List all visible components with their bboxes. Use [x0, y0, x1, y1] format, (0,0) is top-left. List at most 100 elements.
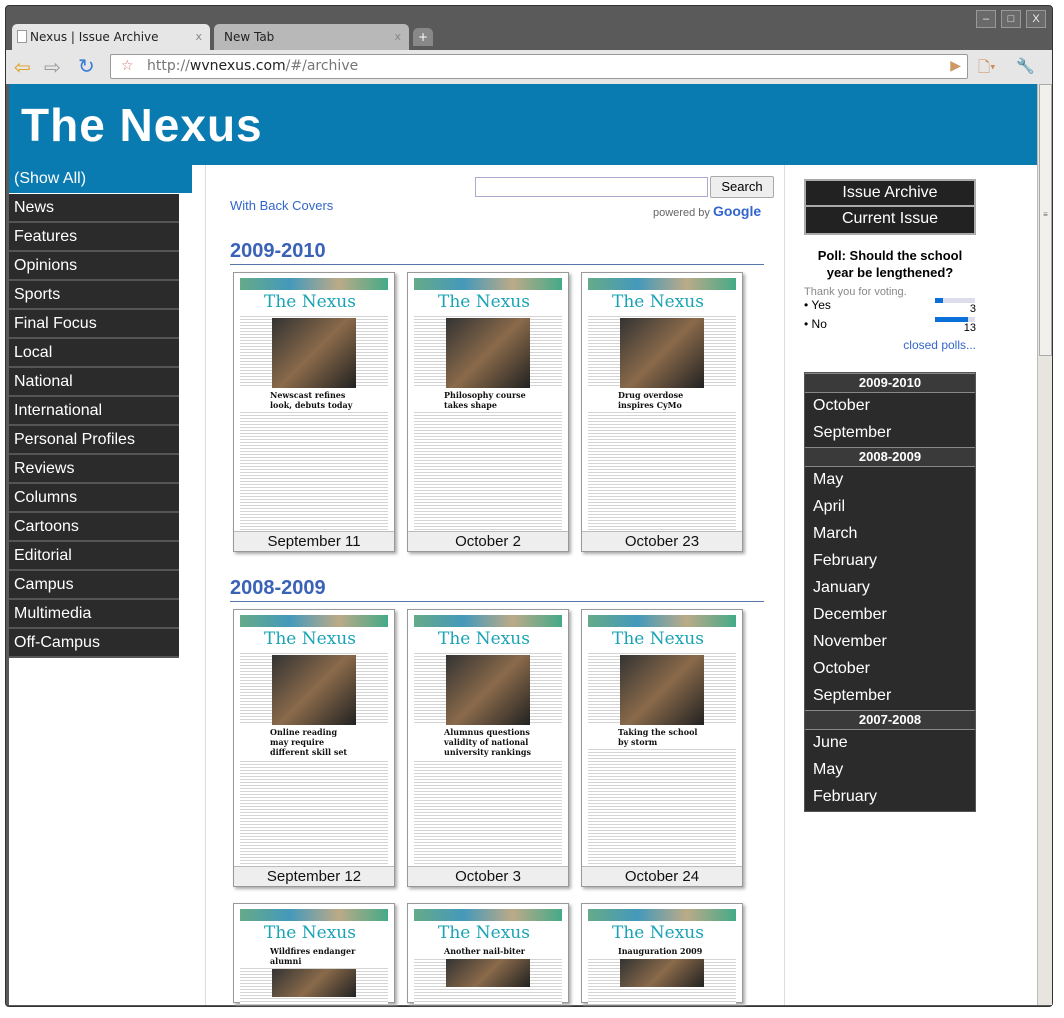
url-scheme: http:// — [147, 58, 190, 74]
cover-masthead: The Nexus — [588, 627, 736, 651]
close-window-button[interactable]: X — [1026, 10, 1046, 28]
nav-item[interactable]: Features — [9, 223, 179, 252]
issue-thumbnail[interactable]: The Nexus Online reading may require diff… — [233, 609, 395, 887]
address-bar[interactable]: ☆ http://wvnexus.com/#/archive ▶ — [110, 54, 968, 79]
issue-thumbnail[interactable]: The Nexus Drug overdose inspires CyMo Octo… — [581, 272, 743, 552]
year-heading: 2009-2010 — [230, 240, 764, 265]
nav-item[interactable]: Multimedia — [9, 600, 179, 629]
tab-title: New Tab — [224, 30, 275, 44]
nav-item[interactable]: Reviews — [9, 455, 179, 484]
nav-item[interactable]: News — [9, 194, 179, 223]
nav-item[interactable]: Campus — [9, 571, 179, 600]
issue-thumbnail[interactable]: The Nexus Inauguration 2009 — [581, 903, 743, 1004]
nav-item[interactable]: International — [9, 397, 179, 426]
masthead-the: The — [612, 629, 650, 649]
archive-month[interactable]: February — [805, 548, 975, 575]
forward-icon[interactable]: ⇨ — [44, 55, 61, 80]
minimize-button[interactable]: – — [976, 10, 996, 28]
star-icon[interactable]: ☆ — [121, 55, 134, 78]
cover-masthead: The Nexus — [588, 290, 736, 314]
nav-item[interactable]: Editorial — [9, 542, 179, 571]
archive-month[interactable]: June — [805, 730, 975, 757]
issue-date[interactable]: October 24 — [582, 866, 742, 886]
newspaper-cover: The Nexus Online reading may require diff… — [240, 615, 388, 867]
newspaper-cover: The Nexus Newscast refines look, debuts t… — [240, 278, 388, 530]
nav-item[interactable]: Off-Campus — [9, 629, 179, 658]
archive-month[interactable]: February — [805, 784, 975, 811]
archive-month[interactable]: October — [805, 656, 975, 683]
archive-month[interactable]: September — [805, 420, 975, 447]
nav-item[interactable]: National — [9, 368, 179, 397]
archive-month[interactable]: September — [805, 683, 975, 710]
archive-month[interactable]: October — [805, 393, 975, 420]
issue-date[interactable]: October 23 — [582, 531, 742, 551]
archive-month[interactable]: April — [805, 494, 975, 521]
reload-icon[interactable]: ↻ — [78, 54, 95, 79]
archive-month[interactable]: January — [805, 575, 975, 602]
cover-photo — [620, 959, 704, 987]
archive-month[interactable]: December — [805, 602, 975, 629]
cover-masthead: The Nexus — [414, 290, 562, 314]
issue-thumbnail[interactable]: The Nexus Alumnus questions validity of n… — [407, 609, 569, 887]
archive-month[interactable]: November — [805, 629, 975, 656]
cover-banner — [414, 615, 562, 627]
tab-new-tab[interactable]: New Tab x — [214, 24, 409, 50]
cover-photo — [272, 318, 356, 388]
go-icon[interactable]: ▶ — [950, 55, 961, 78]
issue-thumbnail[interactable]: The Nexus Philosophy course takes shape Oc… — [407, 272, 569, 552]
masthead-the: The — [264, 629, 302, 649]
archive-month[interactable]: March — [805, 521, 975, 548]
nav-item[interactable]: Final Focus — [9, 310, 179, 339]
masthead-nexus: Nexus — [649, 292, 704, 312]
masthead-the: The — [264, 292, 302, 312]
issue-date[interactable]: October 2 — [408, 531, 568, 551]
poll-option-label: • No — [804, 317, 827, 331]
nav-item[interactable]: Sports — [9, 281, 179, 310]
issue-date[interactable]: October 3 — [408, 866, 568, 886]
new-tab-button[interactable]: + — [413, 28, 433, 46]
current-issue-button[interactable]: Current Issue — [804, 207, 976, 235]
issue-thumbnail[interactable]: The Nexus Wildfires endanger alumni — [233, 903, 395, 1004]
masthead-nexus: Nexus — [301, 923, 356, 943]
cover-banner — [414, 909, 562, 921]
issue-date[interactable]: September 11 — [234, 531, 394, 551]
close-tab-icon[interactable]: x — [394, 24, 401, 50]
close-tab-icon[interactable]: x — [195, 24, 202, 50]
cover-headline: Newscast refines look, debuts today — [240, 388, 388, 412]
maximize-button[interactable]: □ — [1001, 10, 1021, 28]
back-icon[interactable]: ⇦ — [14, 55, 31, 80]
web-page: The Nexus (Show All) News Features Opinion… — [9, 84, 1037, 1005]
wrench-icon[interactable]: 🔧 — [1016, 57, 1035, 75]
with-back-covers-link[interactable]: With Back Covers — [230, 198, 333, 213]
nav-item[interactable]: Opinions — [9, 252, 179, 281]
tab-issue-archive[interactable]: Nexus | Issue Archive x — [12, 24, 210, 50]
page-icon — [17, 30, 27, 43]
site-title[interactable]: The Nexus — [21, 98, 263, 152]
scrollbar[interactable]: ≡ — [1037, 84, 1052, 1005]
archive-month[interactable]: May — [805, 757, 975, 784]
issue-date[interactable]: September 12 — [234, 866, 394, 886]
scrollbar-thumb[interactable]: ≡ — [1039, 84, 1052, 356]
search-input[interactable] — [475, 177, 708, 197]
page-menu-icon[interactable]: 🗋▾ — [978, 57, 996, 82]
cover-headline: Inauguration 2009 — [588, 945, 736, 957]
masthead-nexus: Nexus — [301, 629, 356, 649]
newspaper-cover: The Nexus Another nail-biter — [414, 909, 562, 1004]
archive-month[interactable]: May — [805, 467, 975, 494]
browser-window: – □ X Nexus | Issue Archive x New Tab x … — [5, 5, 1053, 1007]
nav-item[interactable]: Cartoons — [9, 513, 179, 542]
masthead-the: The — [438, 292, 476, 312]
nav-item[interactable]: Columns — [9, 484, 179, 513]
issue-thumbnail[interactable]: The Nexus Another nail-biter — [407, 903, 569, 1004]
issue-thumbnail[interactable]: The Nexus Newscast refines look, debuts t… — [233, 272, 395, 552]
nav-item[interactable]: Local — [9, 339, 179, 368]
toolbar: ⇦ ⇨ ↻ ☆ http://wvnexus.com/#/archive ▶ 🗋… — [6, 50, 1052, 84]
issue-thumbnail[interactable]: The Nexus Taking the school by storm Octob… — [581, 609, 743, 887]
search-button[interactable]: Search — [710, 176, 774, 198]
closed-polls-link[interactable]: closed polls... — [804, 338, 976, 352]
issue-archive-button[interactable]: Issue Archive — [804, 179, 976, 207]
newspaper-cover: The Nexus Alumnus questions validity of n… — [414, 615, 562, 867]
poll-votes: 3 — [969, 303, 976, 315]
nav-item[interactable]: Personal Profiles — [9, 426, 179, 455]
nav-show-all[interactable]: (Show All) — [9, 165, 192, 193]
